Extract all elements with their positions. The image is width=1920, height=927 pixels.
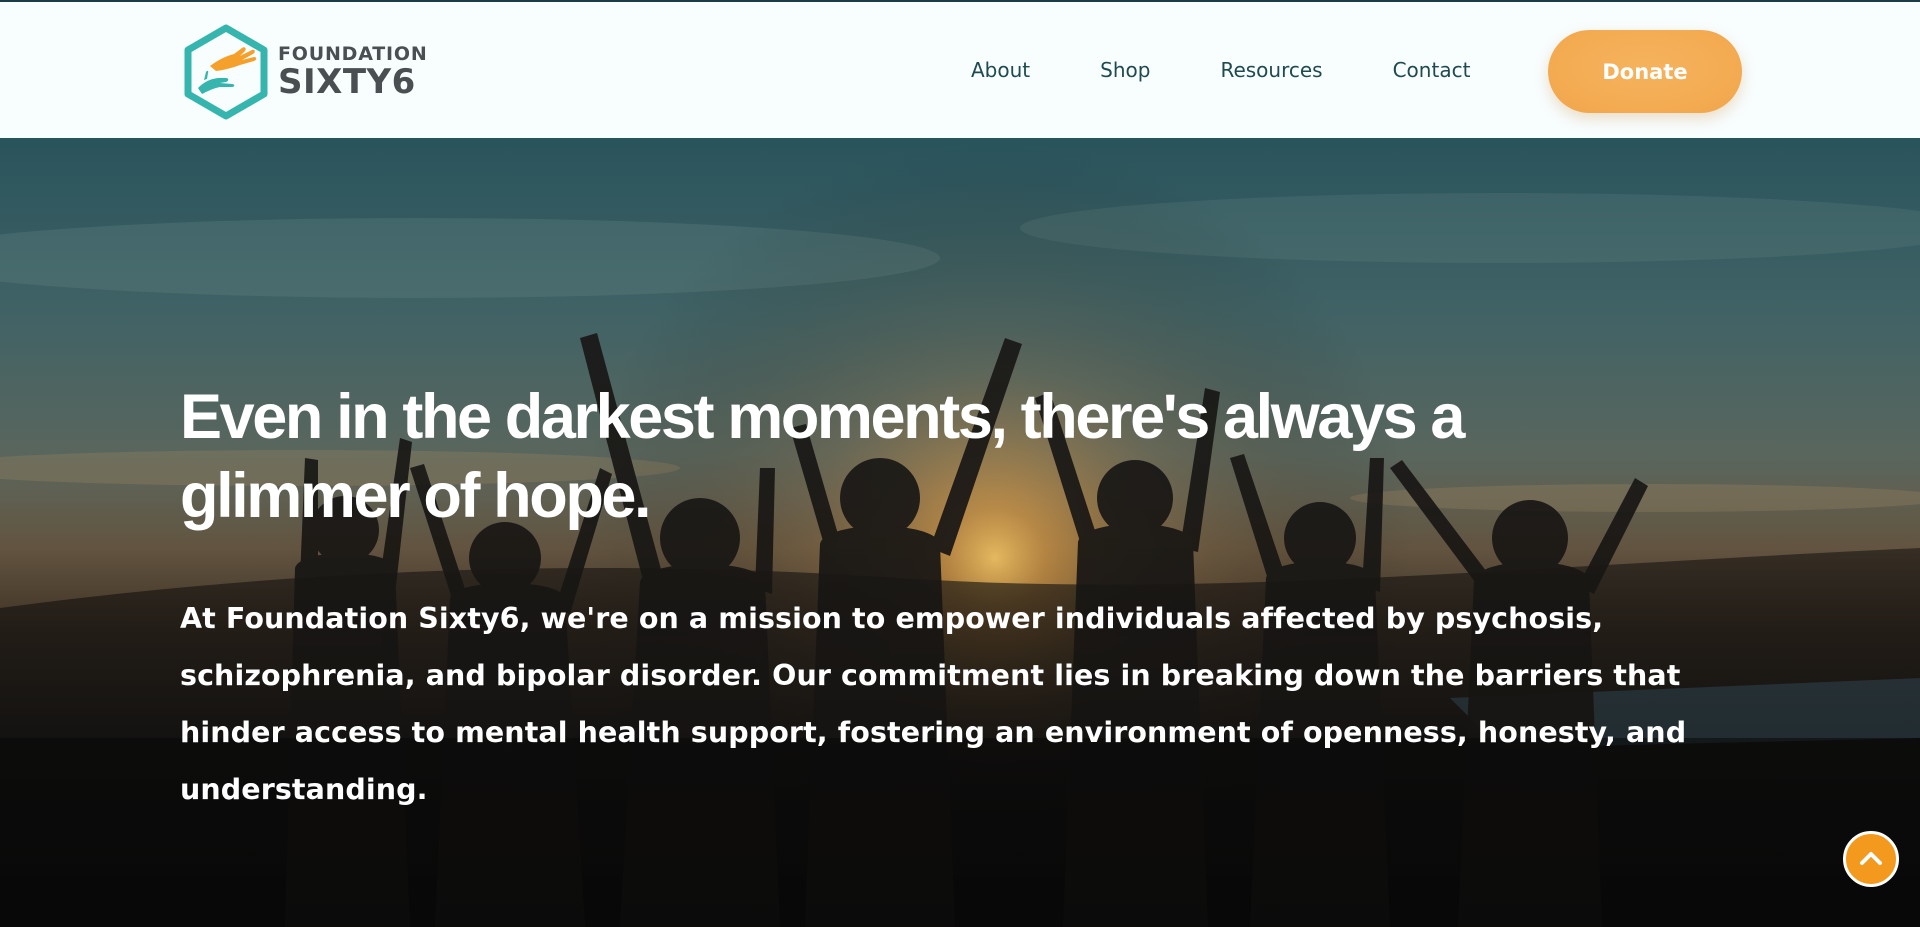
nav-link-about[interactable]: About bbox=[971, 58, 1030, 82]
logo-line-sixty6: SIXTY6 bbox=[278, 62, 416, 102]
site-logo[interactable]: FOUNDATION SIXTY6 bbox=[180, 22, 428, 122]
nav-link-resources[interactable]: Resources bbox=[1220, 58, 1322, 82]
logo-wordmark: FOUNDATION SIXTY6 bbox=[278, 45, 428, 102]
nav-link-shop[interactable]: Shop bbox=[1100, 58, 1150, 82]
hero-section: Even in the darkest moments, there's alw… bbox=[0, 138, 1920, 927]
main-nav: About Shop Resources Contact bbox=[971, 52, 1470, 88]
donate-button[interactable]: Donate bbox=[1548, 30, 1742, 113]
site-header: FOUNDATION SIXTY6 About Shop Resources C… bbox=[0, 0, 1920, 138]
nav-link-contact[interactable]: Contact bbox=[1393, 58, 1471, 82]
scroll-to-top-button[interactable] bbox=[1843, 831, 1899, 887]
hexagon-hands-logo-icon bbox=[184, 24, 268, 120]
chevron-up-icon bbox=[1860, 852, 1882, 865]
hero-mission-text: At Foundation Sixty6, we're on a mission… bbox=[180, 602, 1687, 806]
hero-headline: Even in the darkest moments, there's alw… bbox=[180, 382, 1465, 531]
